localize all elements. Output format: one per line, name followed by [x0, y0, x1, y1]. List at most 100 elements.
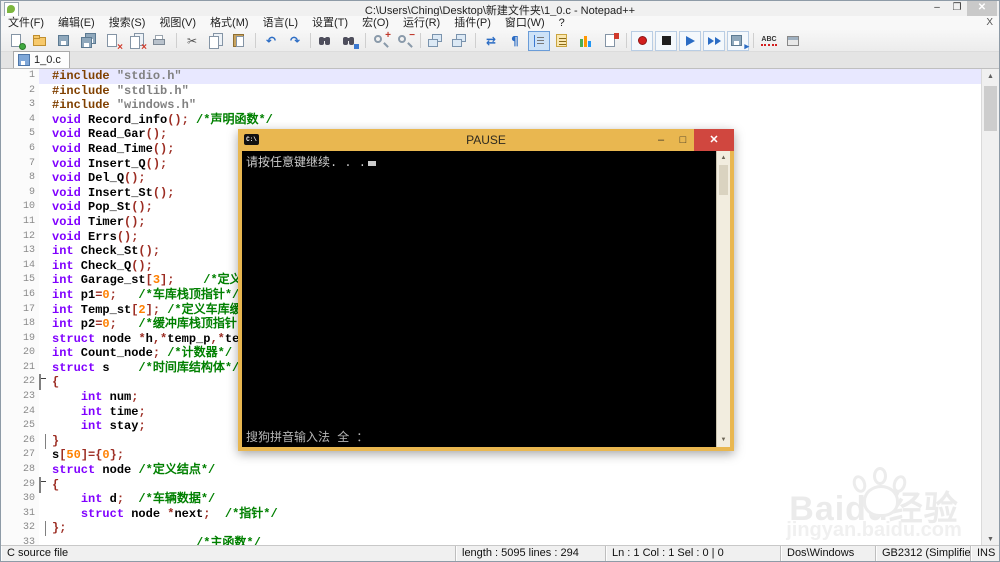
- cut-icon[interactable]: ✂: [181, 31, 203, 51]
- code-line[interactable]: 1 #include "stdio.h": [1, 69, 982, 84]
- save-recorded-macro-icon[interactable]: ▸: [727, 30, 749, 51]
- console-scrollbar-thumb[interactable]: [719, 165, 728, 195]
- console-scroll-up-icon[interactable]: ▲: [717, 152, 730, 164]
- bookmark-margin[interactable]: [1, 127, 15, 142]
- replace-icon[interactable]: [339, 31, 361, 51]
- show-all-characters-icon[interactable]: ¶: [504, 31, 526, 51]
- close-file-icon[interactable]: ×: [102, 31, 124, 53]
- status-eol-format[interactable]: Dos\Windows: [781, 546, 876, 561]
- save-icon[interactable]: [54, 31, 76, 51]
- spell-check-icon[interactable]: ABC: [758, 31, 780, 51]
- bookmark-margin[interactable]: [1, 244, 15, 259]
- bookmark-margin[interactable]: [1, 317, 15, 332]
- zoom-in-icon[interactable]: +: [370, 30, 392, 51]
- redo-icon[interactable]: ↷: [284, 31, 306, 51]
- document-map-icon[interactable]: [576, 31, 598, 51]
- console-title-bar[interactable]: C:\ PAUSE – □ ✕: [238, 129, 734, 151]
- zoom-out-icon[interactable]: −: [394, 30, 416, 51]
- find-icon[interactable]: [315, 31, 337, 51]
- menu-item-7[interactable]: 宏(O): [355, 17, 396, 29]
- bookmark-margin[interactable]: [1, 375, 15, 391]
- bookmark-margin[interactable]: [1, 229, 15, 245]
- bookmark-margin[interactable]: [1, 360, 15, 376]
- minimize-icon[interactable]: –: [927, 1, 947, 16]
- code-line[interactable]: 4 void Record_info(); /*声明函数*/: [1, 112, 982, 128]
- menu-item-2[interactable]: 搜索(S): [102, 17, 153, 29]
- undo-icon[interactable]: ↶: [260, 31, 282, 51]
- function-list-icon[interactable]: [552, 31, 574, 51]
- sync-horizontal-scroll-icon[interactable]: [449, 31, 471, 51]
- monitoring-icon[interactable]: [600, 31, 622, 51]
- bookmark-margin[interactable]: [1, 112, 15, 128]
- console-scrollbar[interactable]: ▲ ▼: [716, 151, 730, 447]
- bookmark-margin[interactable]: [1, 69, 15, 84]
- sync-vertical-scroll-icon[interactable]: [425, 31, 447, 51]
- bookmark-margin[interactable]: [1, 273, 15, 288]
- bookmark-margin[interactable]: [1, 156, 15, 172]
- bookmark-margin[interactable]: [1, 83, 15, 99]
- bookmark-margin[interactable]: [1, 390, 15, 405]
- indent-guide-icon[interactable]: [528, 30, 550, 51]
- play-macro-icon[interactable]: [679, 30, 701, 51]
- bookmark-margin[interactable]: [1, 433, 15, 449]
- bookmark-margin[interactable]: [1, 521, 15, 536]
- bookmark-margin[interactable]: [1, 331, 15, 347]
- fold-marker[interactable]: [39, 476, 52, 493]
- restore-icon[interactable]: ❐: [947, 1, 967, 16]
- bookmark-margin[interactable]: [1, 171, 15, 186]
- close-all-icon[interactable]: ×: [126, 31, 148, 53]
- new-file-icon[interactable]: [6, 31, 28, 51]
- console-window[interactable]: C:\ PAUSE – □ ✕ 请按任意键继续. . . 搜狗拼音输入法 全 ：…: [238, 129, 734, 451]
- status-insert-mode[interactable]: INS: [971, 546, 999, 561]
- print-icon[interactable]: [150, 31, 172, 51]
- bookmark-margin[interactable]: [1, 141, 15, 157]
- bookmark-margin[interactable]: [1, 346, 15, 361]
- bookmark-margin[interactable]: [1, 200, 15, 215]
- bookmark-margin[interactable]: [1, 258, 15, 274]
- bookmark-margin[interactable]: [1, 506, 15, 522]
- bookmark-margin[interactable]: [1, 448, 15, 464]
- run-macro-multiple-icon[interactable]: [703, 30, 725, 51]
- bookmark-margin[interactable]: [1, 302, 15, 318]
- tab-1-0-c[interactable]: 1_0.c: [13, 51, 70, 68]
- word-wrap-icon[interactable]: ⇄: [480, 31, 502, 51]
- menu-item-8[interactable]: 运行(R): [396, 17, 447, 29]
- console-close-icon[interactable]: ✕: [694, 129, 734, 151]
- bookmark-margin[interactable]: [1, 404, 15, 420]
- bookmark-margin[interactable]: [1, 419, 15, 434]
- menubar-close-icon[interactable]: X: [986, 16, 993, 30]
- bookmark-margin[interactable]: [1, 214, 15, 230]
- console-maximize-icon[interactable]: □: [672, 129, 694, 151]
- status-encoding[interactable]: GB2312 (Simplified): [876, 546, 971, 561]
- bookmark-margin[interactable]: [1, 463, 15, 478]
- record-macro-icon[interactable]: [631, 30, 653, 51]
- close-icon[interactable]: ✕: [967, 1, 997, 16]
- document-switcher-icon[interactable]: [782, 31, 804, 51]
- save-all-icon[interactable]: [78, 31, 100, 51]
- code-line[interactable]: 3 #include "windows.h": [1, 98, 982, 113]
- bookmark-margin[interactable]: [1, 185, 15, 201]
- menu-item-3[interactable]: 视图(V): [152, 17, 203, 29]
- console-scroll-down-icon[interactable]: ▼: [717, 434, 730, 446]
- console-minimize-icon[interactable]: –: [650, 129, 672, 151]
- menu-item-0[interactable]: 文件(F): [1, 17, 51, 29]
- menu-item-4[interactable]: 格式(M): [203, 17, 256, 29]
- bookmark-margin[interactable]: [1, 98, 15, 113]
- bookmark-margin[interactable]: [1, 287, 15, 303]
- copy-icon[interactable]: [205, 31, 227, 51]
- open-file-icon[interactable]: [30, 31, 52, 51]
- menu-item-5[interactable]: 语言(L): [256, 17, 305, 29]
- menu-item-6[interactable]: 设置(T): [305, 17, 355, 29]
- scroll-up-icon[interactable]: ▲: [982, 69, 999, 84]
- bookmark-margin[interactable]: [1, 492, 15, 507]
- menu-item-10[interactable]: 窗口(W): [498, 17, 552, 29]
- scrollbar-thumb[interactable]: [984, 86, 997, 131]
- menu-item-1[interactable]: 编辑(E): [51, 17, 102, 29]
- code-line[interactable]: 2 #include "stdlib.h": [1, 83, 982, 99]
- stop-recording-icon[interactable]: [655, 30, 677, 51]
- bookmark-margin[interactable]: [1, 477, 15, 493]
- fold-marker[interactable]: [39, 374, 52, 391]
- paste-icon[interactable]: [229, 31, 251, 51]
- menu-item-9[interactable]: 插件(P): [447, 17, 498, 29]
- menu-item-11[interactable]: ?: [552, 17, 572, 29]
